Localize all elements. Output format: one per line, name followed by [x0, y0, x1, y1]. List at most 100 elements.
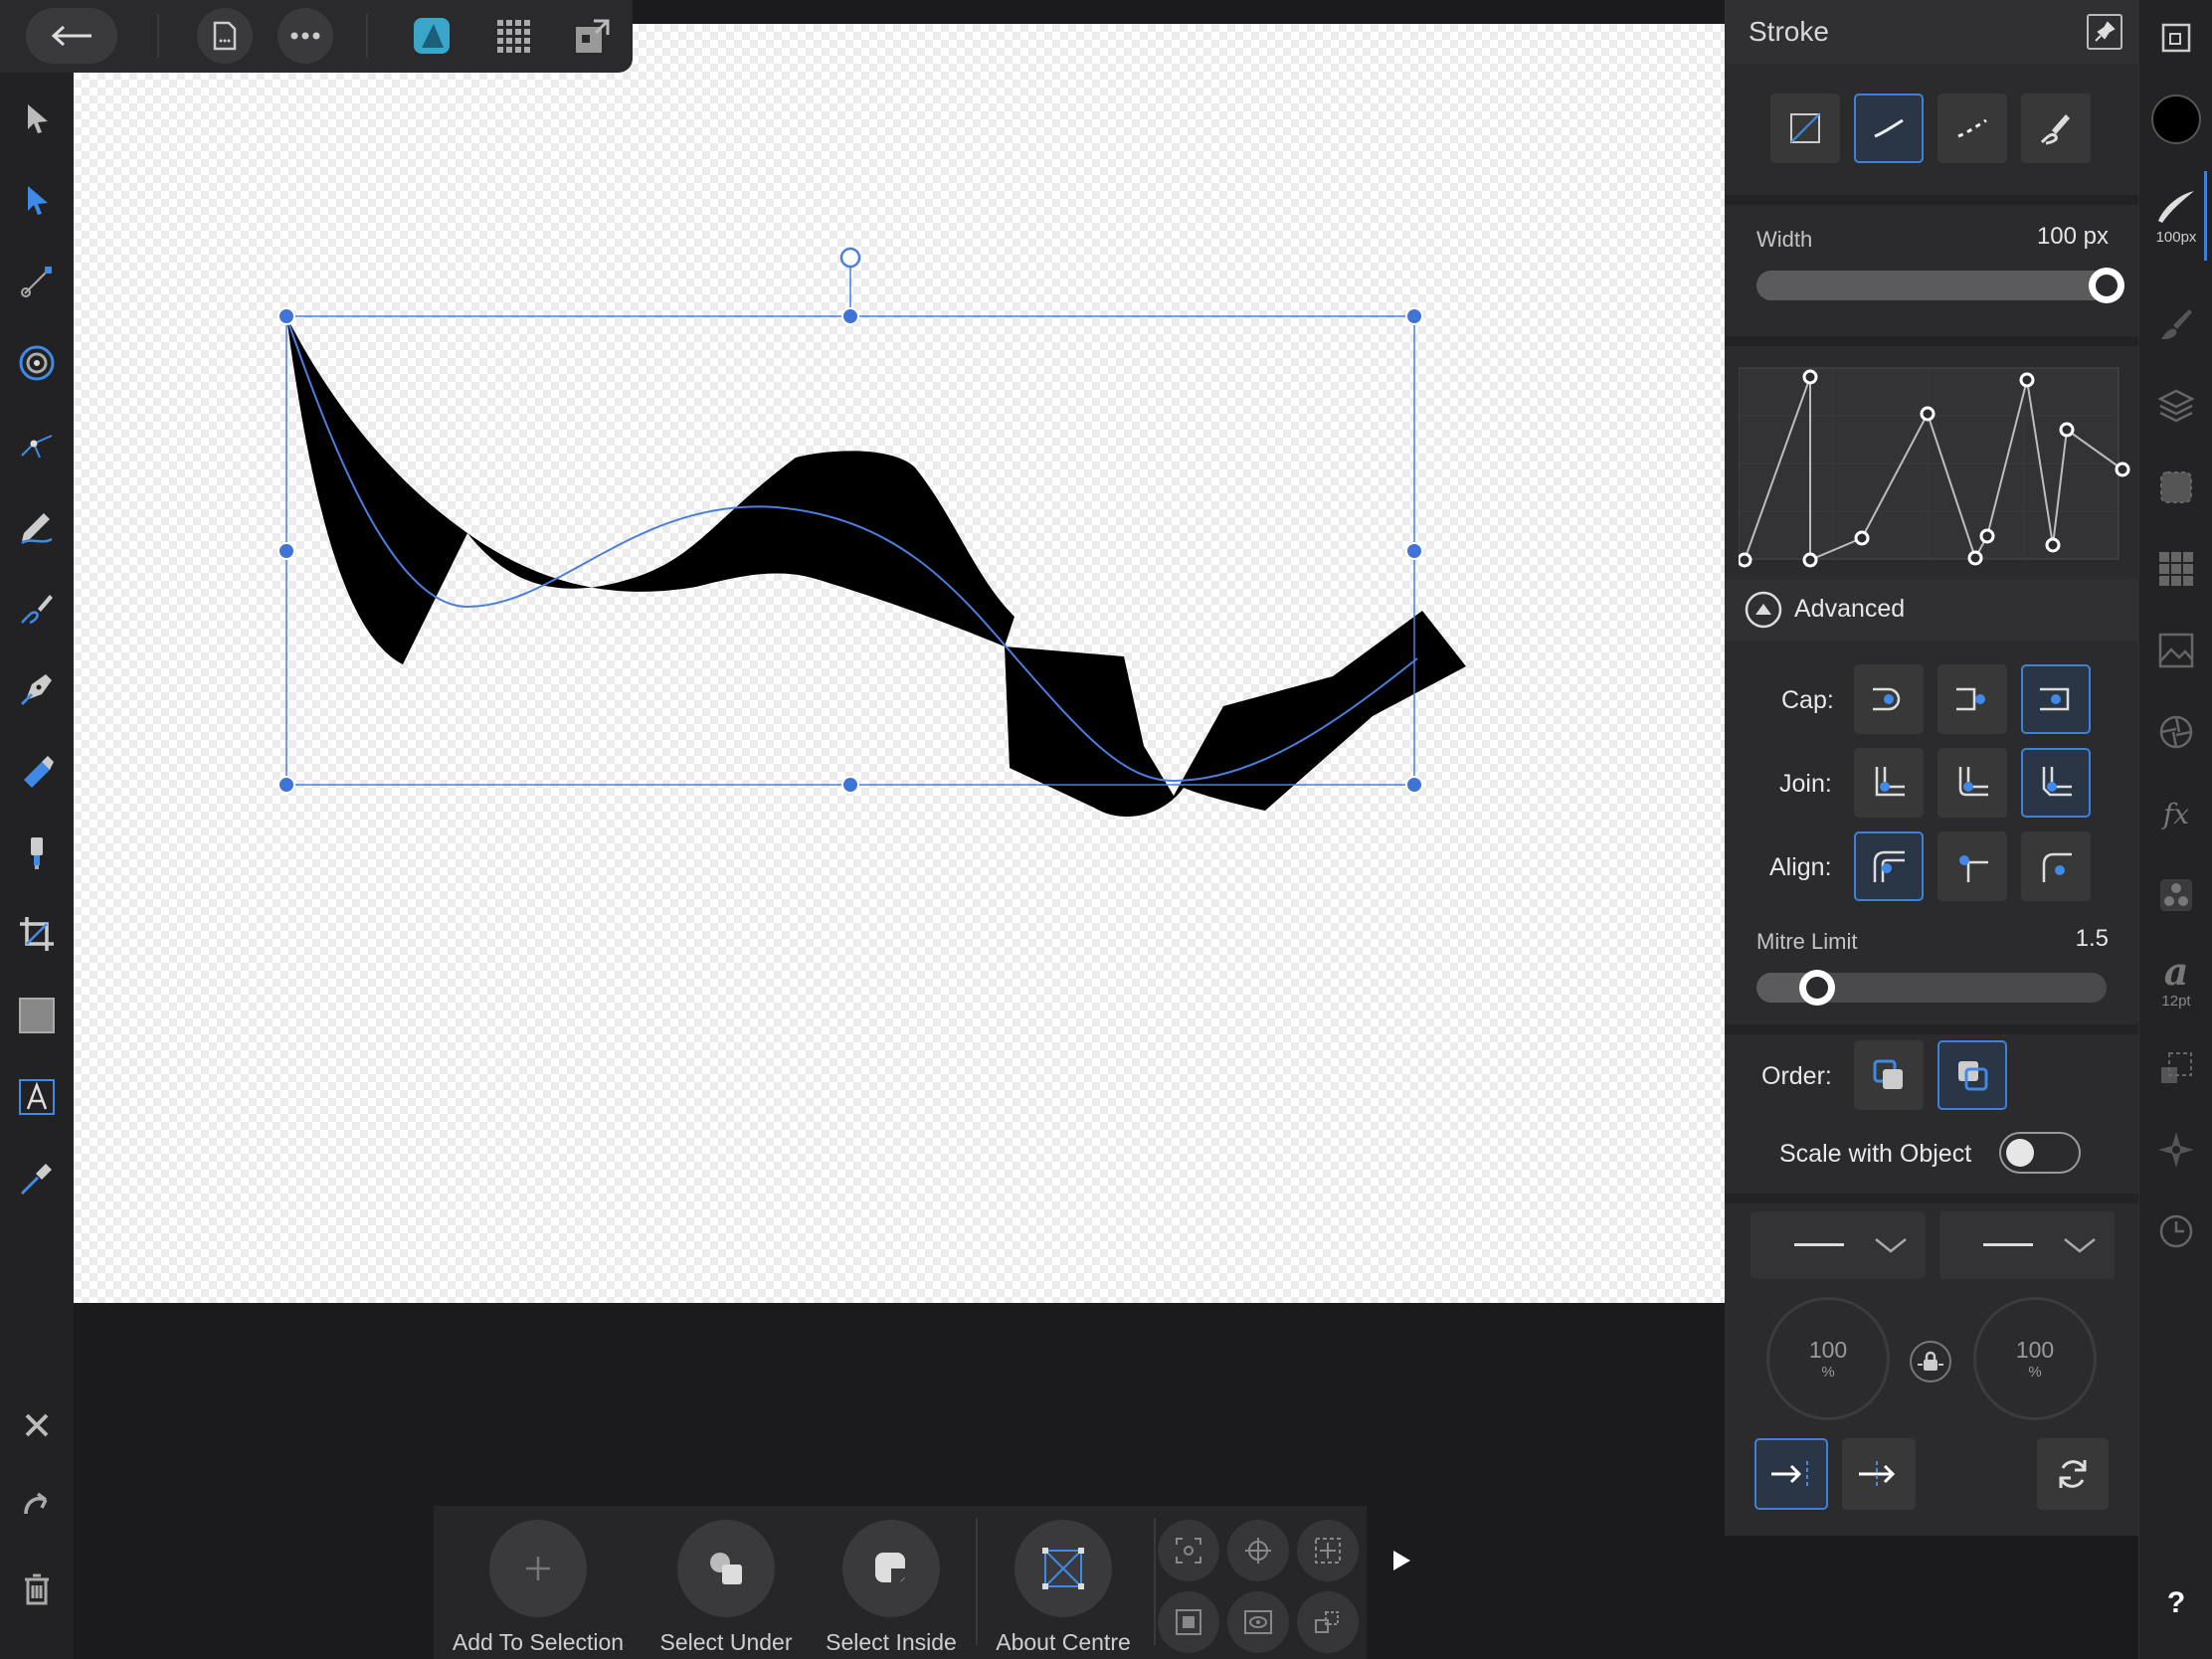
undo-button[interactable]: [9, 1477, 65, 1533]
width-slider[interactable]: [1756, 271, 2107, 300]
swap-arrowheads-button[interactable]: [2037, 1438, 2109, 1510]
advanced-label: Advanced: [1794, 595, 1906, 623]
compass-icon: [2158, 1132, 2194, 1168]
join-miter-button[interactable]: [1854, 748, 1924, 818]
expand-context-button[interactable]: [1384, 1544, 1418, 1577]
stroke-none-button[interactable]: [1770, 93, 1840, 163]
back-button[interactable]: [26, 8, 117, 64]
more-button[interactable]: [277, 8, 333, 64]
arrow-outside-button[interactable]: [1842, 1438, 1916, 1510]
order-behind-fill-button[interactable]: [1854, 1040, 1924, 1110]
document-button[interactable]: [197, 8, 253, 64]
export-persona-button[interactable]: [565, 8, 621, 64]
align-center-button[interactable]: [1854, 831, 1924, 901]
refresh-icon: [2059, 1460, 2087, 1488]
cap-square-button[interactable]: [2021, 664, 2091, 734]
transform-tab[interactable]: [2148, 1040, 2204, 1096]
assets-tab[interactable]: [2148, 623, 2204, 678]
fill-tool[interactable]: [9, 743, 65, 799]
navigator-tab[interactable]: [2148, 10, 2204, 66]
link-scale-button[interactable]: [1910, 1341, 1951, 1382]
end-arrowhead-dropdown[interactable]: [1939, 1211, 2115, 1279]
color-tab[interactable]: [2148, 92, 2204, 147]
stroke-solid-button[interactable]: [1854, 93, 1924, 163]
pressure-graph[interactable]: [1739, 358, 2136, 577]
vector-brush-tool[interactable]: [9, 580, 65, 636]
pencil-tool[interactable]: [9, 498, 65, 554]
transparency-tool[interactable]: [9, 825, 65, 880]
close-button[interactable]: [9, 1397, 65, 1453]
snap-option-2[interactable]: [1227, 1520, 1289, 1581]
text-tool[interactable]: [9, 1069, 65, 1125]
pen-tool[interactable]: [9, 661, 65, 717]
snap-option-3[interactable]: [1297, 1520, 1359, 1581]
handle-top-center[interactable]: [841, 307, 859, 325]
tools-panel: [0, 73, 74, 1659]
swatches-grid-icon: [2159, 552, 2193, 586]
handle-bottom-right[interactable]: [1405, 776, 1423, 794]
color-picker-tool[interactable]: [9, 1151, 65, 1206]
start-arrowhead-scale-dial[interactable]: 100 %: [1766, 1297, 1890, 1420]
font-a-icon: a: [2163, 948, 2189, 994]
cap-round-button[interactable]: [1937, 664, 2007, 734]
handle-bottom-center[interactable]: [841, 776, 859, 794]
about-centre-button[interactable]: [1014, 1520, 1112, 1617]
point-transform-tool[interactable]: [9, 417, 65, 472]
select-under-icon: [710, 1553, 742, 1584]
select-inside-button[interactable]: [842, 1520, 940, 1617]
delete-button[interactable]: [9, 1561, 65, 1616]
move-tool[interactable]: [9, 91, 65, 146]
artwork-layer[interactable]: [0, 0, 1725, 1303]
stroke-texture-button[interactable]: [2021, 93, 2091, 163]
arrow-inside-button[interactable]: [1754, 1438, 1828, 1510]
snap-option-6[interactable]: [1297, 1591, 1359, 1653]
end-arrowhead-scale-dial[interactable]: 100 %: [1973, 1297, 2097, 1420]
width-slider-knob[interactable]: [2089, 268, 2124, 303]
order-front-fill-button[interactable]: [1937, 1040, 2007, 1110]
align-inside-button[interactable]: [1937, 831, 2007, 901]
crop-tool[interactable]: [9, 906, 65, 962]
rectangle-tool[interactable]: [9, 988, 65, 1043]
add-to-selection-button[interactable]: [489, 1520, 587, 1617]
handle-bottom-left[interactable]: [277, 776, 295, 794]
advanced-toggle[interactable]: Advanced: [1725, 579, 2138, 641]
styles-tab[interactable]: [2148, 867, 2204, 923]
snap-option-5[interactable]: [1227, 1591, 1289, 1653]
handle-top-left[interactable]: [277, 307, 295, 325]
mitre-limit-knob[interactable]: [1799, 970, 1835, 1006]
fx-tab[interactable]: fx: [2148, 786, 2204, 841]
snap-option-4[interactable]: [1158, 1591, 1219, 1653]
corner-tool[interactable]: [9, 335, 65, 391]
start-arrowhead-dropdown[interactable]: [1751, 1211, 1926, 1279]
text-styles-tab[interactable]: a 12pt: [2148, 945, 2204, 1016]
layers-tab[interactable]: [2148, 378, 2204, 434]
history-tab[interactable]: [2148, 1203, 2204, 1259]
designer-persona-button[interactable]: [404, 8, 460, 64]
rectangle-icon: [19, 998, 55, 1033]
handle-middle-right[interactable]: [1405, 542, 1423, 560]
scale-with-object-toggle[interactable]: [1999, 1132, 2081, 1174]
join-round-button[interactable]: [1937, 748, 2007, 818]
swatches-tab[interactable]: [2148, 541, 2204, 597]
select-under-button[interactable]: [677, 1520, 775, 1617]
snapping-tab[interactable]: [2148, 1122, 2204, 1178]
effects-tab[interactable]: [2148, 460, 2204, 515]
rotation-handle[interactable]: [839, 247, 861, 269]
help-button[interactable]: ?: [2148, 1575, 2204, 1631]
handle-middle-left[interactable]: [277, 542, 295, 560]
pin-button[interactable]: [2087, 14, 2122, 50]
snap-option-1[interactable]: [1158, 1520, 1219, 1581]
join-bevel-button[interactable]: [2021, 748, 2091, 818]
stroke-tab[interactable]: 100px: [2148, 171, 2207, 261]
align-outside-button[interactable]: [2021, 831, 2091, 901]
stroke-dashed-button[interactable]: [1937, 93, 2007, 163]
contour-tool[interactable]: [9, 254, 65, 309]
pixel-persona-button[interactable]: [485, 8, 541, 64]
plus-icon: [526, 1557, 550, 1580]
brushes-tab[interactable]: [2148, 296, 2204, 352]
width-slider-fill: [1756, 271, 2107, 300]
handle-top-right[interactable]: [1405, 307, 1423, 325]
cap-butt-button[interactable]: [1854, 664, 1924, 734]
appearance-tab[interactable]: [2148, 704, 2204, 760]
node-tool[interactable]: [9, 172, 65, 228]
